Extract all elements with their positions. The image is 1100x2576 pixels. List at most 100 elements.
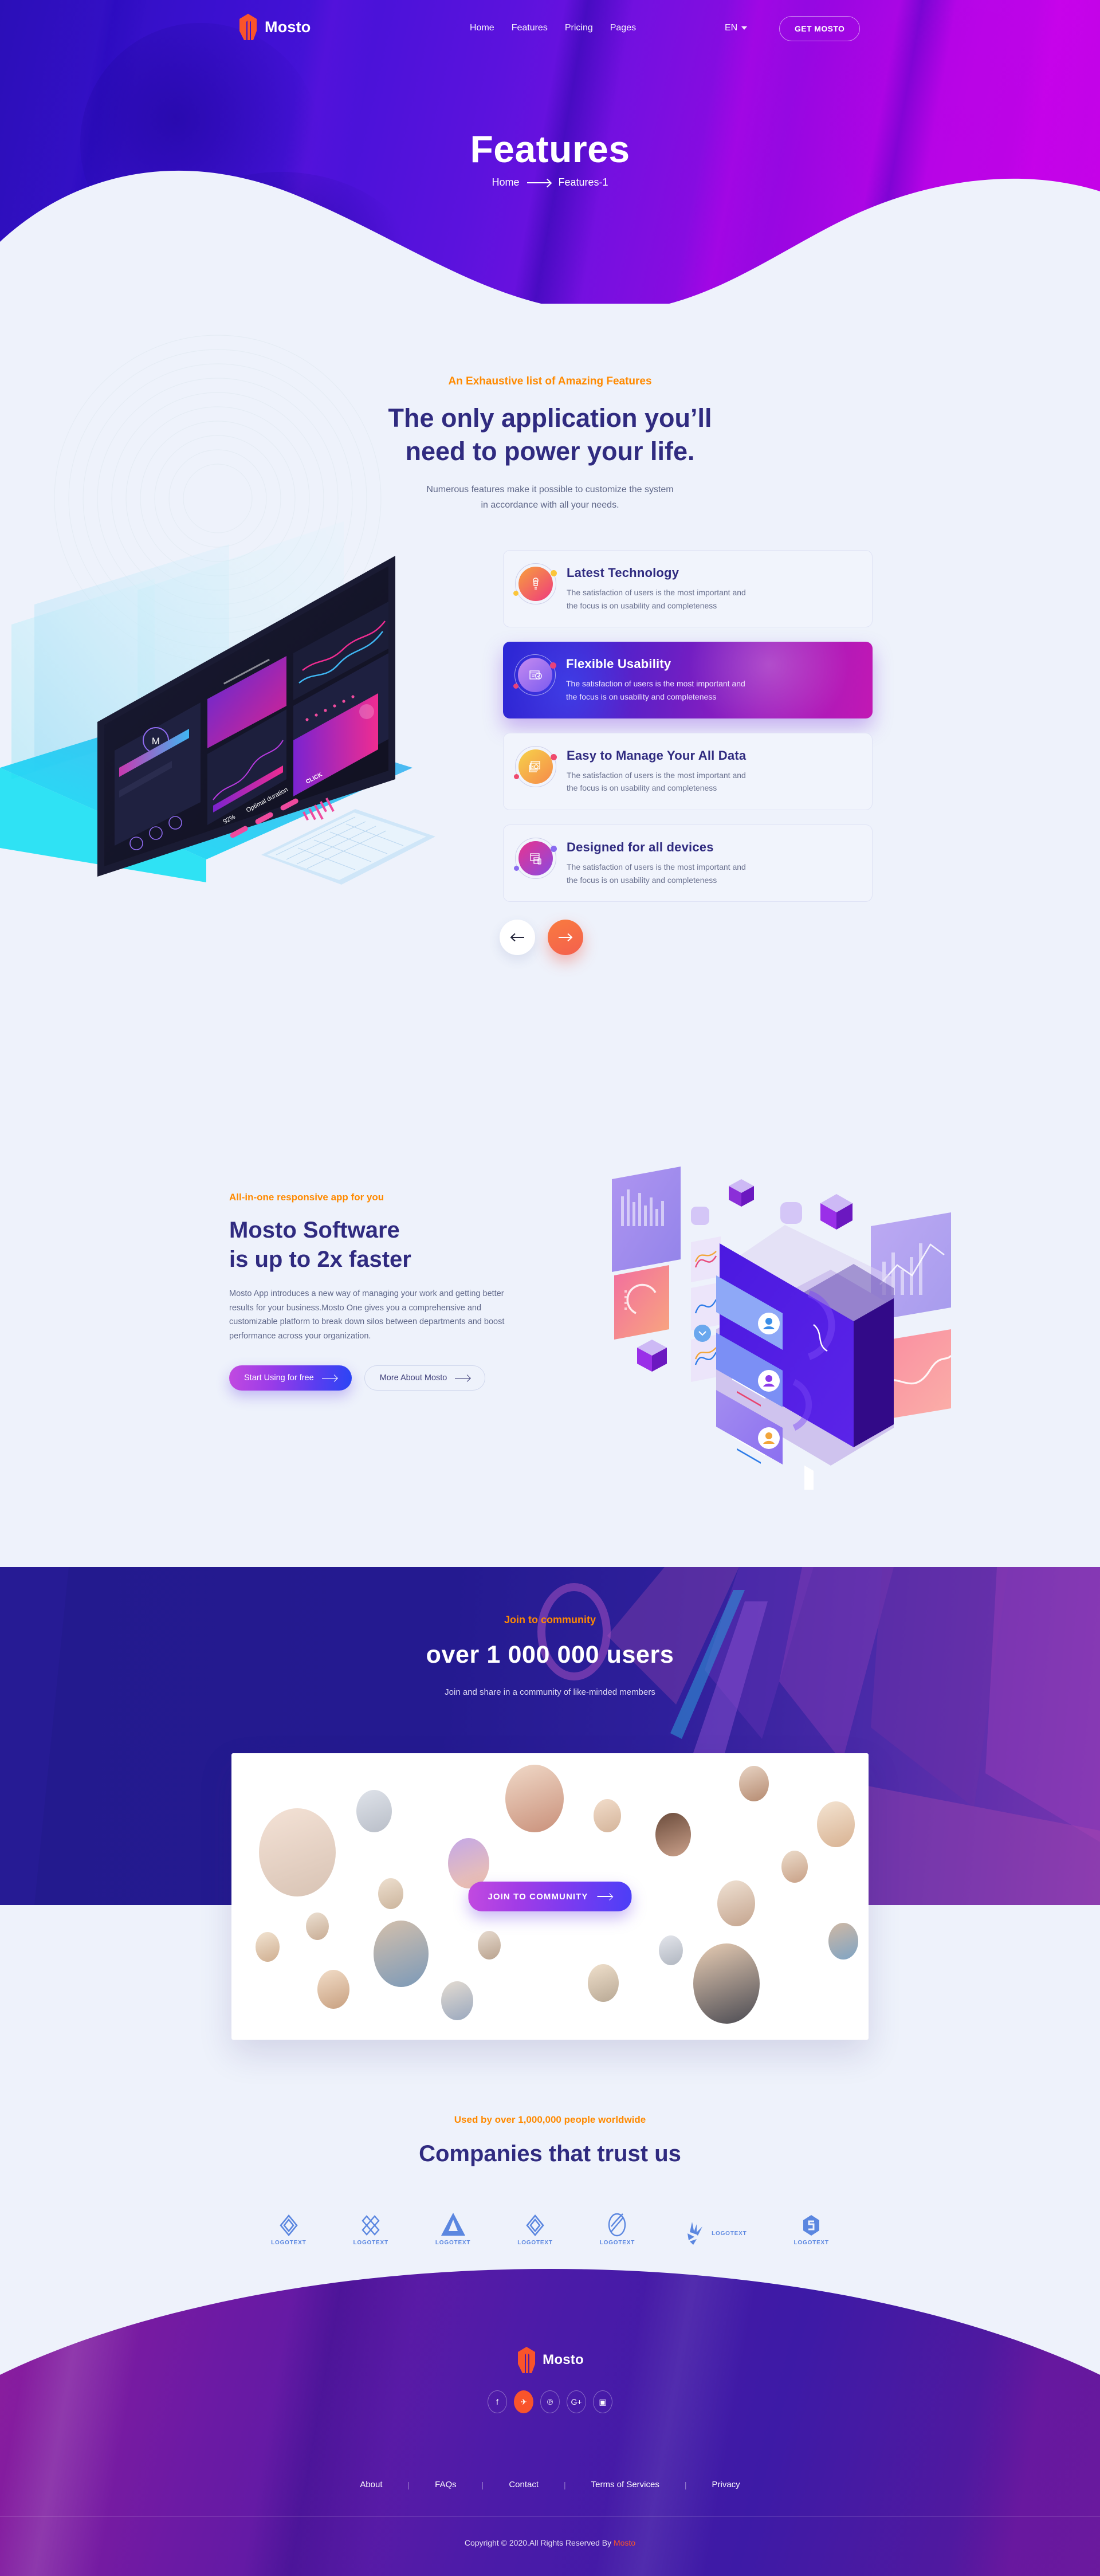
oval-stripe-logo (608, 2213, 626, 2237)
community-heading: over 1 000 000 users (426, 1641, 674, 1668)
feature-card-designed-for-all-devices[interactable]: Designed for all devices The satisfactio… (503, 824, 873, 902)
footer-link-privacy[interactable]: Privacy (687, 2480, 765, 2489)
footer-link-faqs[interactable]: FAQs (410, 2480, 482, 2489)
avatar[interactable] (356, 1790, 392, 1832)
diamond-swirl-logo (526, 2214, 544, 2237)
carousel-prev-button[interactable] (500, 920, 535, 955)
more-about-mosto-label: More About Mosto (379, 1373, 447, 1383)
trust-heading-block: Used by over 1,000,000 people worldwide … (0, 2114, 1100, 2169)
partner-logo[interactable]: LOGOTEXT (600, 2213, 635, 2246)
features-heading: The only application you’ll need to powe… (321, 402, 779, 468)
carousel-next-button[interactable] (548, 920, 583, 955)
avatar[interactable] (781, 1851, 808, 1883)
features-section: An Exhaustive list of Amazing Features T… (0, 304, 1100, 1117)
feature-card-desc-line2: the focus is on usability and completene… (567, 600, 717, 610)
avatar[interactable] (588, 1964, 619, 2002)
features-lead-line2: in accordance with all your needs. (481, 500, 619, 510)
brand-name: Mosto (265, 18, 311, 36)
breadcrumb-home[interactable]: Home (492, 176, 519, 189)
avatar[interactable] (717, 1880, 755, 1926)
start-using-free-button[interactable]: Start Using for free (229, 1365, 352, 1391)
copyright-brand-link[interactable]: Mosto (614, 2538, 635, 2547)
twitter-icon[interactable]: ✈ (514, 2390, 533, 2413)
feature-card-desc: The satisfaction of users is the most im… (567, 861, 746, 886)
feature-card-desc-line1: The satisfaction of users is the most im… (566, 679, 745, 689)
avatar[interactable] (374, 1921, 429, 1987)
partner-logo-label: LOGOTEXT (435, 2240, 471, 2246)
feature-card-latest-technology[interactable]: Latest Technology The satisfaction of us… (503, 550, 873, 628)
language-selector[interactable]: EN (725, 23, 748, 33)
feature-card-desc: The satisfaction of users is the most im… (566, 677, 745, 703)
isometric-dashboard-illustration: M 11 12 13 14 18 19 20 21 25 26 27 28 92… (0, 521, 435, 885)
hero-section: Features Home Features-1 Mosto Home Feat… (0, 0, 1100, 304)
more-about-mosto-button[interactable]: More About Mosto (364, 1365, 486, 1391)
avatar[interactable] (256, 1932, 280, 1962)
avatar[interactable] (594, 1799, 621, 1832)
avatar[interactable] (659, 1935, 683, 1965)
avatar[interactable] (306, 1913, 329, 1940)
footer-brand[interactable]: Mosto (0, 2347, 1100, 2373)
avatar[interactable] (828, 1923, 858, 1960)
google-plus-icon[interactable]: G+ (567, 2390, 586, 2413)
avatar[interactable] (817, 1801, 855, 1847)
community-subtitle: Join and share in a community of like-mi… (445, 1687, 655, 1697)
code-gear-stack-icon (514, 745, 557, 787)
feature-card-title: Latest Technology (567, 566, 679, 580)
avatar[interactable] (655, 1813, 691, 1856)
feature-card-easy-to-manage-data[interactable]: Easy to Manage Your All Data The satisfa… (503, 732, 873, 811)
partner-logo[interactable]: LOGOTEXT (271, 2214, 306, 2246)
multi-device-icon (514, 838, 557, 879)
language-value: EN (725, 23, 738, 33)
partner-logo-label: LOGOTEXT (517, 2240, 553, 2246)
pinterest-icon[interactable]: ℗ (540, 2390, 560, 2413)
isometric-laptop-illustration (612, 1167, 951, 1490)
carousel-controls (500, 920, 583, 955)
mosto-logo-icon (518, 2347, 536, 2373)
breadcrumb-arrow-icon (527, 182, 551, 183)
footer-link-terms[interactable]: Terms of Services (566, 2480, 685, 2489)
partner-logo[interactable]: LOGOTEXT (353, 2214, 388, 2246)
avatar[interactable] (441, 1981, 473, 2020)
avatar[interactable] (478, 1931, 501, 1960)
feature-card-desc: The satisfaction of users is the most im… (567, 769, 746, 795)
feature-card-title: Flexible Usability (566, 657, 671, 672)
partner-logo[interactable]: LOGOTEXT (435, 2212, 470, 2246)
feature-card-flexible-usability[interactable]: Flexible Usability The satisfaction of u… (503, 642, 873, 718)
partner-logo-label: LOGOTEXT (793, 2240, 829, 2246)
footer-link-about[interactable]: About (335, 2480, 407, 2489)
avatar[interactable] (259, 1808, 336, 1896)
feature-card-desc-line1: The satisfaction of users is the most im… (567, 862, 746, 872)
partner-logo[interactable]: LOGOTEXT (794, 2214, 829, 2246)
avatar[interactable] (505, 1765, 564, 1832)
features-card-list: Latest Technology The satisfaction of us… (503, 550, 873, 916)
avatar[interactable] (448, 1838, 489, 1888)
avatar[interactable] (317, 1970, 349, 2009)
nav-item-home[interactable]: Home (470, 23, 494, 33)
nav-item-features[interactable]: Features (512, 23, 548, 33)
instagram-icon[interactable]: ▣ (593, 2390, 612, 2413)
feature-card-desc-line2: the focus is on usability and completene… (567, 875, 717, 885)
feature-card-title: Easy to Manage Your All Data (567, 748, 747, 763)
software-buttons: Start Using for free More About Mosto (229, 1365, 527, 1391)
facebook-icon[interactable]: f (488, 2390, 507, 2413)
join-to-community-button[interactable]: JOIN TO COMMUNITY (468, 1882, 632, 1911)
avatar[interactable] (739, 1766, 769, 1801)
breadcrumb-current: Features-1 (558, 176, 608, 188)
partner-logo[interactable]: LOGOTEXT (682, 2221, 747, 2246)
feature-card-desc-line2: the focus is on usability and completene… (567, 783, 717, 793)
arrow-right-icon (321, 1377, 337, 1379)
nav-item-pricing[interactable]: Pricing (565, 23, 593, 33)
partner-logo[interactable]: LOGOTEXT (517, 2214, 552, 2246)
nav-item-pages[interactable]: Pages (610, 23, 636, 33)
brand-logo[interactable]: Mosto (238, 14, 311, 40)
avatar[interactable] (378, 1878, 403, 1909)
feature-card-desc: The satisfaction of users is the most im… (567, 586, 746, 612)
hex-s-logo (803, 2215, 820, 2236)
community-heading-block: Join to community over 1 000 000 users J… (0, 1567, 1100, 1697)
nav-links: Home Features Pricing Pages (470, 23, 636, 33)
software-section: All-in-one responsive app for you Mosto … (0, 1117, 1100, 1570)
svg-text:M: M (152, 736, 160, 747)
footer-link-contact[interactable]: Contact (484, 2480, 564, 2489)
avatar[interactable] (693, 1943, 760, 2024)
get-mosto-button[interactable]: GET MOSTO (779, 16, 861, 41)
